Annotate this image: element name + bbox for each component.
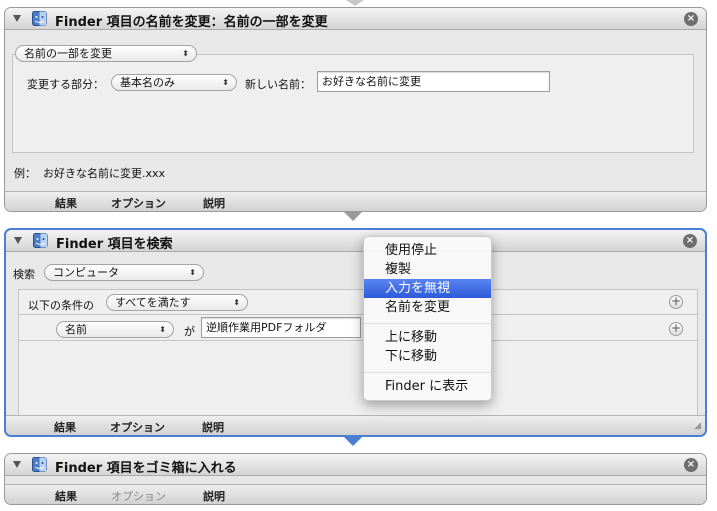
action-header[interactable]: Finder 項目を検索 × xyxy=(6,230,705,252)
finder-icon xyxy=(33,233,48,248)
conditions-prefix-label: 以下の条件の xyxy=(28,299,94,312)
options-group xyxy=(12,54,694,153)
action-body: 名前の一部を変更 ⬍ 変更する部分： 基本名のみ ⬍ 新しい名前： お好きな名前… xyxy=(5,30,706,192)
rename-mode-value: 名前の一部を変更 xyxy=(24,47,112,60)
close-icon[interactable]: × xyxy=(683,234,697,248)
action-header[interactable]: Finder 項目をゴミ箱に入れる × xyxy=(5,454,706,476)
popup-arrows-icon: ⬍ xyxy=(233,298,240,307)
divider xyxy=(18,340,698,341)
action-header[interactable]: Finder 項目の名前を変更：名前の一部を変更 × xyxy=(5,8,706,30)
connector-top xyxy=(346,0,364,6)
menu-item-show-in-finder[interactable]: Finder に表示 xyxy=(364,377,491,396)
connector-1-2 xyxy=(344,212,362,221)
action-title: Finder 項目をゴミ箱に入れる xyxy=(55,461,237,476)
tab-options[interactable]: オプション xyxy=(111,195,166,211)
conditions-match-value: すべてを満たす xyxy=(115,296,191,309)
tab-options: オプション xyxy=(111,490,166,503)
close-icon[interactable]: × xyxy=(684,12,698,26)
finder-icon xyxy=(32,11,47,26)
menu-separator xyxy=(364,372,491,373)
menu-item-duplicate[interactable]: 複製 xyxy=(364,260,491,279)
action-body: 検索 コンピュータ ⬍ 以下の条件の すべてを満たす ⬍ + 名前 ⬍ が 逆順… xyxy=(6,252,705,427)
menu-item-move-down[interactable]: 下に移動 xyxy=(364,347,491,366)
context-menu: 使用停止 複製 入力を無視 名前を変更 上に移動 下に移動 Finder に表示 xyxy=(363,236,492,401)
example-label: 例： xyxy=(14,167,36,180)
tab-results[interactable]: 結果 xyxy=(55,195,77,211)
new-name-label: 新しい名前： xyxy=(245,78,311,91)
action-rename-finder-items[interactable]: Finder 項目の名前を変更：名前の一部を変更 × 名前の一部を変更 ⬍ 変更… xyxy=(4,7,707,212)
action-title: Finder 項目の名前を変更：名前の一部を変更 xyxy=(55,15,328,30)
popup-arrows-icon: ⬍ xyxy=(189,268,196,277)
conditions-match-popup[interactable]: すべてを満たす ⬍ xyxy=(106,294,248,311)
popup-arrows-icon: ⬍ xyxy=(159,325,166,334)
tab-description[interactable]: 説明 xyxy=(203,488,225,504)
search-label: 検索 xyxy=(13,268,35,281)
criteria-operator-label: が xyxy=(184,325,195,338)
search-location-value: コンピュータ xyxy=(53,266,119,279)
add-condition-button[interactable]: + xyxy=(669,295,683,309)
action-move-to-trash[interactable]: Finder 項目をゴミ箱に入れる × 結果 オプション 説明 xyxy=(4,453,707,505)
criteria-attribute-value: 名前 xyxy=(65,323,87,336)
action-title: Finder 項目を検索 xyxy=(56,237,173,252)
tab-results[interactable]: 結果 xyxy=(54,419,76,435)
criteria-value-field[interactable]: 逆順作業用PDFフォルダ xyxy=(201,317,361,338)
menu-separator xyxy=(364,323,491,324)
action-footer: 結果 オプション 説明 xyxy=(5,191,706,211)
close-icon[interactable]: × xyxy=(684,458,698,472)
part-label: 変更する部分： xyxy=(27,78,104,91)
action-find-finder-items[interactable]: Finder 項目を検索 × 検索 コンピュータ ⬍ 以下の条件の すべてを満た… xyxy=(4,228,707,437)
resize-grip-icon[interactable]: ◢ xyxy=(694,421,701,431)
menu-item-rename[interactable]: 名前を変更 xyxy=(364,298,491,317)
search-location-popup[interactable]: コンピュータ ⬍ xyxy=(44,264,204,281)
part-value: 基本名のみ xyxy=(120,76,175,89)
finder-icon xyxy=(32,457,47,472)
divider xyxy=(18,314,698,315)
tab-options[interactable]: オプション xyxy=(110,419,165,435)
tab-results[interactable]: 結果 xyxy=(55,488,77,504)
disclosure-triangle-icon[interactable] xyxy=(13,461,21,468)
example-value: お好きな名前に変更.xxx xyxy=(43,167,166,180)
menu-item-ignore-input[interactable]: 入力を無視 xyxy=(364,279,491,298)
criteria-attribute-popup[interactable]: 名前 ⬍ xyxy=(56,321,174,338)
add-criteria-button[interactable]: + xyxy=(669,322,683,336)
disclosure-triangle-icon[interactable] xyxy=(14,237,22,244)
part-popup[interactable]: 基本名のみ ⬍ xyxy=(111,74,237,91)
disclosure-triangle-icon[interactable] xyxy=(13,15,21,22)
tab-description[interactable]: 説明 xyxy=(203,195,225,211)
connector-2-3 xyxy=(344,437,362,446)
popup-arrows-icon: ⬍ xyxy=(222,78,229,87)
action-footer: 結果 オプション 説明 xyxy=(5,484,706,504)
rename-mode-popup[interactable]: 名前の一部を変更 ⬍ xyxy=(15,45,197,62)
menu-item-move-up[interactable]: 上に移動 xyxy=(364,328,491,347)
action-footer: 結果 オプション 説明 ◢ xyxy=(6,415,705,435)
new-name-field[interactable]: お好きな名前に変更 xyxy=(317,71,550,92)
tab-description[interactable]: 説明 xyxy=(202,419,224,435)
popup-arrows-icon: ⬍ xyxy=(182,49,189,58)
menu-item-disable[interactable]: 使用停止 xyxy=(364,241,491,260)
